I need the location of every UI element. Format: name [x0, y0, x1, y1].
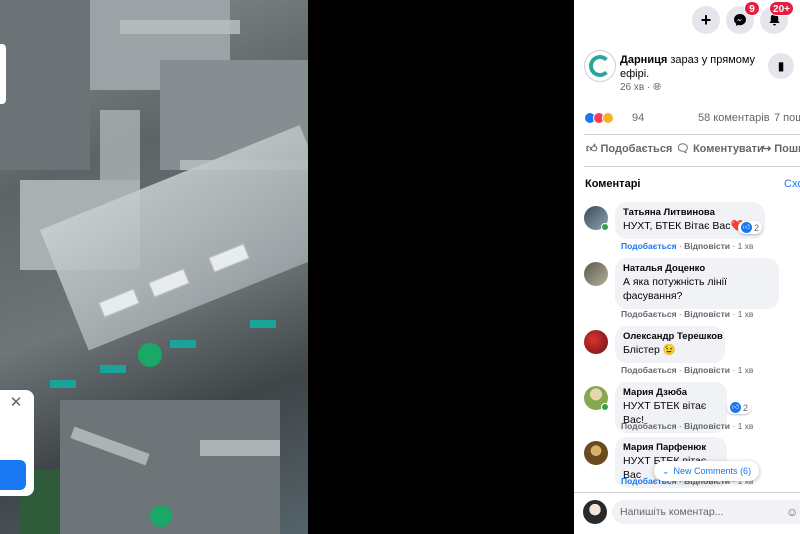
post-time[interactable]: 26 хв: [620, 82, 644, 93]
bookmark-icon: ▮: [777, 59, 785, 73]
comment-time[interactable]: 1 хв: [738, 241, 754, 251]
comment-reactions[interactable]: 👍︎ 2: [738, 221, 763, 234]
product-label: [100, 365, 126, 373]
share-count[interactable]: 7 поши: [774, 112, 800, 124]
close-icon[interactable]: ✕: [9, 395, 23, 410]
save-button[interactable]: ▮: [768, 53, 794, 79]
product-label: [170, 340, 196, 348]
divider: [584, 166, 800, 167]
like-label: Подобається: [600, 142, 673, 155]
machine-part: [0, 0, 90, 170]
comment-reactions[interactable]: 👍︎ 2: [727, 401, 752, 414]
product-label: [250, 320, 276, 328]
current-user-avatar[interactable]: [583, 500, 607, 524]
comment-label: Коментувати: [692, 142, 764, 155]
post-actions: 👍︎Подобається 🗨︎Коментувати ↪Поши: [584, 142, 800, 160]
share-button[interactable]: ↪Поши: [762, 142, 800, 156]
comment-actions: Подобається · Відповісти · 1 хв: [621, 365, 754, 375]
comment-text: А яка потужність лінії фасування?: [623, 276, 727, 302]
comment-like-link[interactable]: Подобається: [621, 421, 677, 431]
reaction-count: 2: [743, 402, 749, 413]
comment-icon: 🗨︎: [676, 143, 690, 155]
notifications-button[interactable]: 20+: [760, 1, 794, 34]
like-reaction-icon: 👍︎: [730, 402, 741, 413]
messenger-icon: [734, 14, 746, 26]
comment-reply-link[interactable]: Відповісти: [684, 309, 730, 319]
globe-icon: 🌐︎: [653, 82, 662, 93]
wow-reaction-icon: [602, 112, 614, 125]
comment-bubble: Наталья Доценко А яка потужність лінії ф…: [615, 258, 779, 309]
commenter-name[interactable]: Мария Парфенюк: [623, 442, 719, 454]
chat-popup: ✕: [0, 390, 34, 496]
comment-actions: Подобається · Відповісти · 1 хв: [621, 421, 754, 431]
live-video-viewer: ✕ + 9 20+ Дарниця зараз у прямому ефірі.: [0, 0, 800, 534]
comment-button[interactable]: 🗨︎ Коментувати: [676, 142, 764, 156]
new-comments-label: New Comments (6): [673, 466, 752, 476]
divider: [584, 134, 800, 135]
machine-rail: [120, 20, 240, 34]
reaction-summary: 94 58 коментарів 7 поши: [584, 112, 800, 126]
comment-reply-link[interactable]: Відповісти: [684, 241, 730, 251]
comment-actions: Подобається · Відповісти · 1 хв: [621, 309, 754, 319]
notifications-badge: 20+: [769, 1, 794, 16]
post-meta: 26 хв · 🌐︎: [620, 82, 662, 93]
like-reaction-icon: 👍︎: [741, 222, 752, 233]
commenter-name[interactable]: Олександр Терешков: [623, 331, 723, 343]
share-label: Поши: [774, 142, 800, 155]
reaction-count[interactable]: 94: [632, 112, 644, 124]
comment-like-link[interactable]: Подобається: [621, 241, 677, 251]
like-button[interactable]: 👍︎ Подобається: [586, 142, 673, 156]
comment-time[interactable]: 1 хв: [738, 309, 754, 319]
page-avatar[interactable]: [584, 50, 616, 82]
commenter-name[interactable]: Мария Дзюба: [623, 387, 719, 399]
comment-time[interactable]: 1 хв: [738, 365, 754, 375]
comment-text: Блістер 😉: [623, 344, 676, 356]
comment-input[interactable]: Напишіть коментар...: [612, 500, 800, 524]
comment-reply-link[interactable]: Відповісти: [684, 365, 730, 375]
comment-composer: Напишіть коментар... ☺: [574, 492, 800, 534]
post-panel: + 9 20+ Дарниця зараз у прямому ефірі. 2…: [574, 0, 800, 534]
comment-bubble: Олександр Терешков Блістер 😉: [615, 326, 725, 363]
reaction-count: 2: [754, 222, 760, 233]
share-icon: ↪: [762, 143, 772, 155]
comment-time[interactable]: 1 хв: [738, 421, 754, 431]
logo-icon: [589, 55, 611, 77]
avatar[interactable]: [584, 441, 608, 465]
commenter-name[interactable]: Татьяна Литвинова: [623, 207, 757, 219]
top-bar: + 9 20+: [574, 0, 800, 40]
online-indicator: [601, 403, 609, 411]
thumbs-up-icon: 👍︎: [586, 143, 598, 155]
messenger-badge: 9: [744, 1, 760, 16]
post-author-line: Дарниця зараз у прямому ефірі.: [620, 53, 760, 81]
live-video[interactable]: [0, 0, 308, 534]
product-label: [50, 380, 76, 388]
new-comments-button[interactable]: ⌄ New Comments (6): [654, 461, 760, 481]
comment-actions: Подобається · Відповісти · 1 хв: [621, 241, 754, 251]
machine-rail: [100, 110, 140, 190]
author-name[interactable]: Дарниця: [620, 54, 667, 66]
comment-like-link[interactable]: Подобається: [621, 365, 677, 375]
create-button[interactable]: +: [692, 6, 720, 34]
green-knob: [138, 343, 162, 367]
online-indicator: [601, 223, 609, 231]
machine-rail: [200, 440, 280, 456]
plus-icon: +: [700, 9, 712, 30]
left-edge-widget: [0, 44, 6, 104]
comment-count[interactable]: 58 коментарів: [698, 112, 770, 124]
emoji-icon[interactable]: ☺: [786, 505, 798, 519]
commenter-name[interactable]: Наталья Доценко: [623, 263, 771, 275]
comments-title: Коментарі: [585, 178, 641, 190]
messenger-button[interactable]: 9: [726, 1, 760, 34]
arrow-down-icon: ⌄: [662, 465, 670, 476]
comment-like-link[interactable]: Подобається: [621, 309, 677, 319]
avatar[interactable]: [584, 262, 608, 286]
comment-reply-link[interactable]: Відповісти: [684, 421, 730, 431]
popup-action-button[interactable]: [0, 460, 26, 490]
hide-comments-link[interactable]: Схо: [784, 178, 800, 190]
avatar[interactable]: [584, 330, 608, 354]
comment-text: НУХТ, БТЕК Вітає Вас❤️: [623, 220, 744, 232]
green-knob: [150, 505, 172, 527]
